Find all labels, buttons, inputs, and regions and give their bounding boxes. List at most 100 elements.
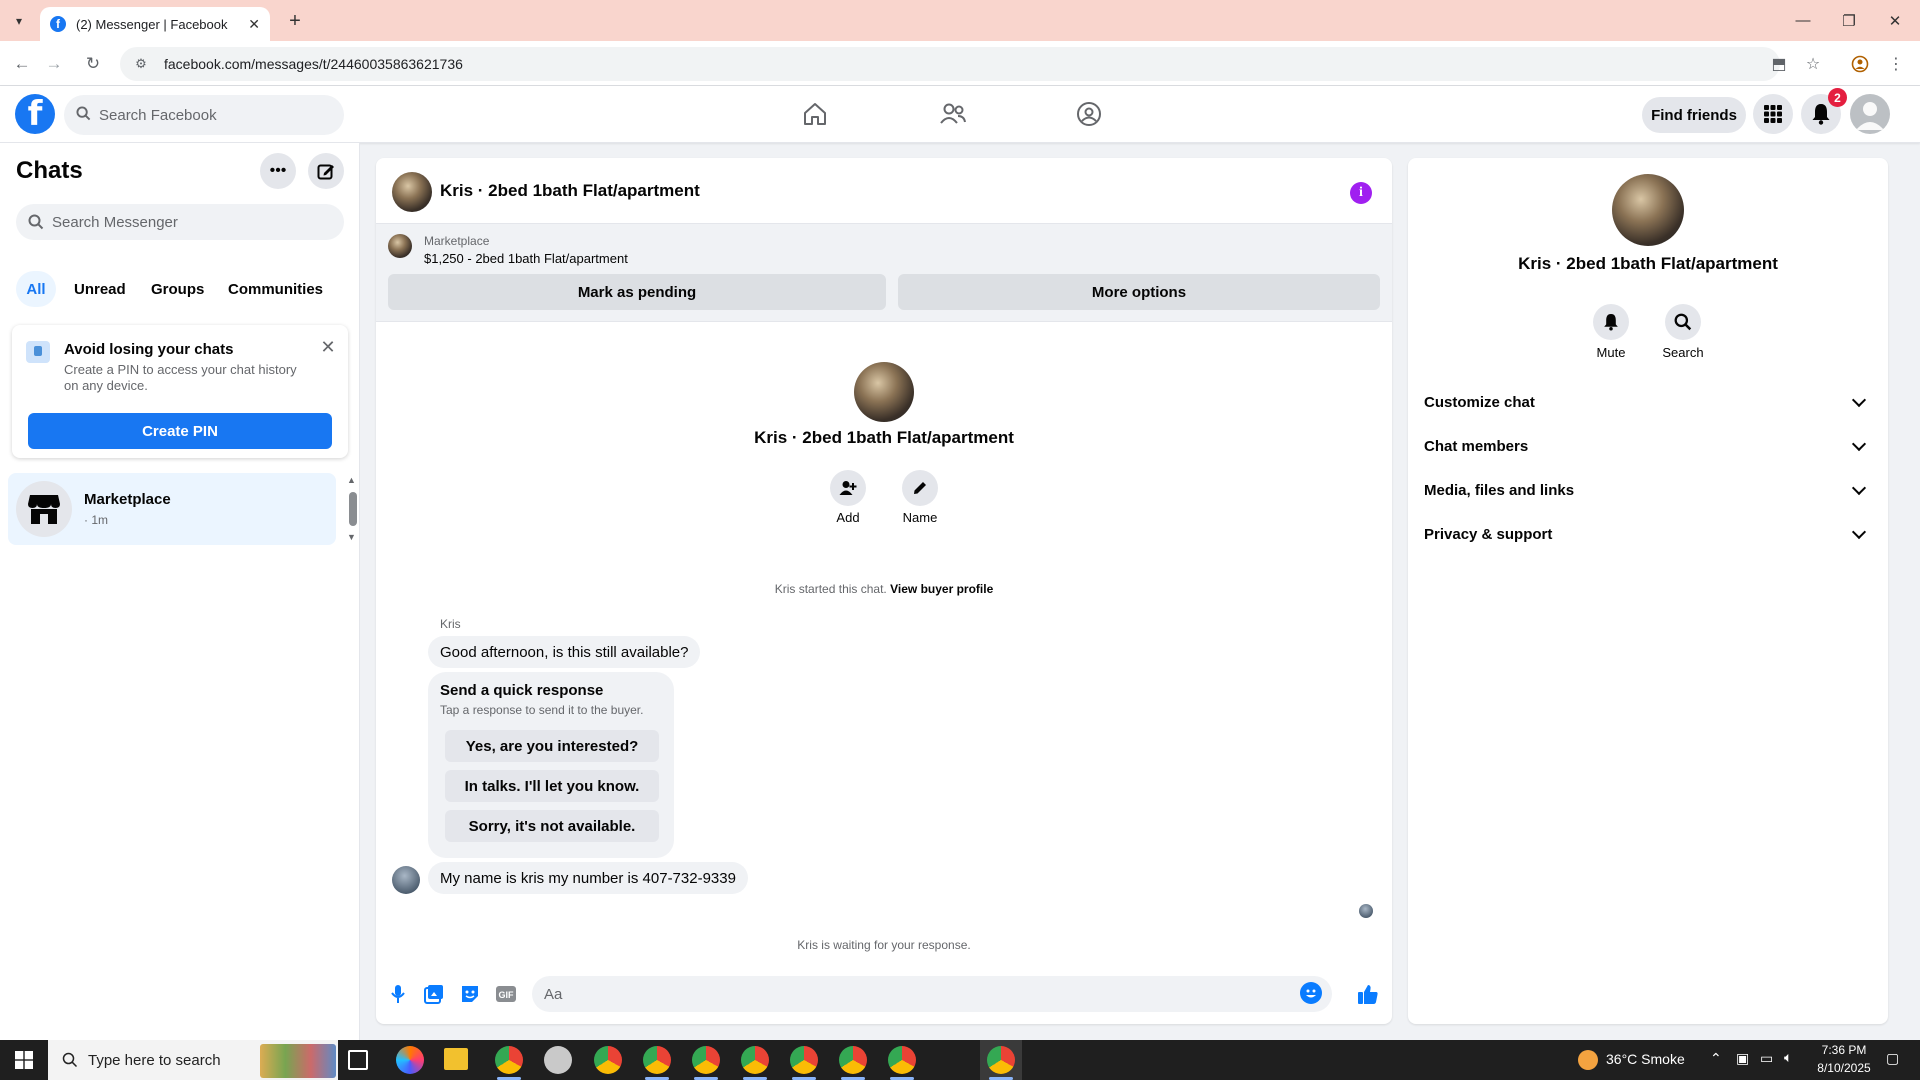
scroll-down-arrow-icon[interactable]: ▼ (347, 532, 356, 542)
quick-reply-button[interactable]: Sorry, it's not available. (445, 810, 659, 842)
bell-icon[interactable] (1593, 304, 1629, 340)
menu-grid-icon[interactable] (1753, 94, 1793, 134)
camera-icon[interactable]: ▣ (1736, 1050, 1749, 1067)
chat-details-panel: Kris · 2bed 1bath Flat/apartment Mute Se… (1408, 158, 1888, 1024)
new-tab-button[interactable]: + (282, 8, 308, 34)
site-info-icon[interactable]: ⚙ (132, 55, 150, 73)
copilot-icon[interactable] (396, 1046, 424, 1074)
reload-icon[interactable]: ↻ (80, 51, 106, 77)
weather-text[interactable]: 36°C Smoke (1606, 1051, 1685, 1067)
tab-groups[interactable]: Groups (141, 271, 214, 307)
view-buyer-profile-link[interactable]: View buyer profile (890, 582, 993, 596)
mute-label: Mute (1596, 345, 1626, 360)
sticker-icon[interactable] (458, 982, 482, 1006)
thumbs-up-icon[interactable] (1356, 982, 1380, 1006)
chrome-profile-icon[interactable] (888, 1046, 916, 1074)
tab-all[interactable]: All (16, 271, 56, 307)
message-input[interactable]: Aa (532, 976, 1332, 1012)
profile-icon[interactable] (1847, 51, 1873, 77)
messenger-search-input[interactable]: Search Messenger (16, 204, 344, 240)
chrome-profile-icon[interactable] (643, 1046, 671, 1074)
friends-icon[interactable] (930, 92, 976, 136)
minimize-button[interactable]: — (1780, 0, 1826, 41)
network-icon[interactable]: ▭ (1760, 1050, 1773, 1067)
chat-list-item[interactable]: Marketplace · 1m (8, 473, 336, 545)
sender-avatar[interactable] (392, 866, 420, 894)
chrome-gmail-icon[interactable] (495, 1046, 523, 1074)
browser-tab-strip: ▾ f (2) Messenger | Facebook ✕ + — ❐ ✕ (0, 0, 1920, 41)
close-icon[interactable]: ✕ (316, 335, 340, 359)
customize-chat-section[interactable]: Customize chat (1424, 380, 1872, 424)
chrome-profile-icon[interactable] (839, 1046, 867, 1074)
clock-date[interactable]: 8/10/2025 (1810, 1061, 1878, 1075)
chat-members-section[interactable]: Chat members (1424, 424, 1872, 468)
file-explorer-icon[interactable] (444, 1048, 468, 1070)
tab-close-icon[interactable]: ✕ (248, 16, 260, 33)
details-avatar[interactable] (1612, 174, 1684, 246)
chevron-down-icon (1851, 436, 1867, 451)
message-bubble[interactable]: My name is kris my number is 407-732-933… (428, 862, 748, 894)
chevron-down-icon (1851, 524, 1867, 539)
listing-price-title[interactable]: $1,250 - 2bed 1bath Flat/apartment (424, 251, 628, 266)
chevron-up-icon[interactable]: ⌃ (1710, 1050, 1722, 1067)
emoji-icon[interactable] (1300, 982, 1322, 1004)
info-icon[interactable]: i (1350, 182, 1372, 204)
install-app-icon[interactable]: ⬒ (1766, 51, 1792, 77)
browser-tab-active[interactable]: f (2) Messenger | Facebook ✕ (40, 7, 270, 41)
back-arrow-icon[interactable]: ← (9, 51, 35, 77)
media-files-links-section[interactable]: Media, files and links (1424, 468, 1872, 512)
marketplace-listing-bar: Marketplace $1,250 - 2bed 1bath Flat/apa… (376, 224, 1392, 322)
search-icon[interactable] (1665, 304, 1701, 340)
pencil-icon[interactable] (902, 470, 938, 506)
create-pin-button[interactable]: Create PIN (28, 413, 332, 449)
quick-reply-button[interactable]: Yes, are you interested? (445, 730, 659, 762)
facebook-search-input[interactable]: Search Facebook (64, 95, 344, 135)
microphone-icon[interactable] (386, 982, 410, 1006)
photo-icon[interactable] (422, 982, 446, 1006)
app-icon[interactable] (544, 1046, 572, 1074)
listing-small-thumbnail (388, 234, 412, 258)
groups-icon[interactable] (1066, 92, 1112, 136)
browser-menu-icon[interactable]: ⋮ (1883, 51, 1909, 77)
scroll-up-arrow-icon[interactable]: ▲ (347, 475, 356, 485)
restore-button[interactable]: ❐ (1826, 0, 1872, 41)
volume-icon[interactable]: 🔈︎ (1784, 1049, 1792, 1066)
facebook-logo-icon[interactable]: f (15, 94, 55, 134)
tab-unread[interactable]: Unread (64, 271, 136, 307)
mark-as-pending-button[interactable]: Mark as pending (388, 274, 886, 310)
forward-arrow-icon[interactable]: → (41, 51, 67, 77)
chat-options-icon[interactable]: ••• (260, 153, 296, 189)
conversation-title[interactable]: Kris · 2bed 1bath Flat/apartment (440, 181, 700, 201)
listing-thumbnail[interactable] (392, 172, 432, 212)
more-options-button[interactable]: More options (898, 274, 1380, 310)
new-message-icon[interactable] (308, 153, 344, 189)
chrome-profile-icon[interactable] (790, 1046, 818, 1074)
weather-icon[interactable] (1578, 1050, 1598, 1070)
section-label: Media, files and links (1424, 481, 1575, 499)
find-friends-button[interactable]: Find friends (1642, 97, 1746, 133)
chrome-profile-icon[interactable] (987, 1046, 1015, 1074)
tab-communities[interactable]: Communities (218, 271, 333, 307)
message-input-placeholder: Aa (544, 985, 563, 1003)
chrome-profile-icon[interactable] (692, 1046, 720, 1074)
task-view-icon[interactable] (348, 1050, 368, 1070)
clock-time[interactable]: 7:36 PM (1810, 1043, 1878, 1057)
message-bubble[interactable]: Good afternoon, is this still available? (428, 636, 701, 668)
add-person-icon[interactable] (830, 470, 866, 506)
close-window-button[interactable]: ✕ (1872, 0, 1918, 41)
notification-center-icon[interactable]: ▢ (1886, 1050, 1899, 1067)
quick-reply-button[interactable]: In talks. I'll let you know. (445, 770, 659, 802)
chrome-profile-icon[interactable] (741, 1046, 769, 1074)
tab-search-dropdown-icon[interactable]: ▾ (8, 10, 30, 32)
chrome-icon[interactable] (594, 1046, 622, 1074)
gif-icon[interactable]: GIF (494, 982, 518, 1006)
account-avatar[interactable] (1850, 94, 1890, 134)
home-icon[interactable] (792, 92, 838, 136)
privacy-support-section[interactable]: Privacy & support (1424, 512, 1872, 556)
windows-start-icon[interactable] (0, 1040, 48, 1080)
section-label: Privacy & support (1424, 525, 1553, 543)
bookmark-star-icon[interactable]: ☆ (1800, 51, 1826, 77)
conversation-panel: Kris · 2bed 1bath Flat/apartment i Marke… (376, 158, 1392, 1024)
address-bar[interactable]: ⚙ facebook.com/messages/t/24460035863621… (120, 47, 1780, 81)
sidebar-scrollbar[interactable] (349, 492, 357, 526)
